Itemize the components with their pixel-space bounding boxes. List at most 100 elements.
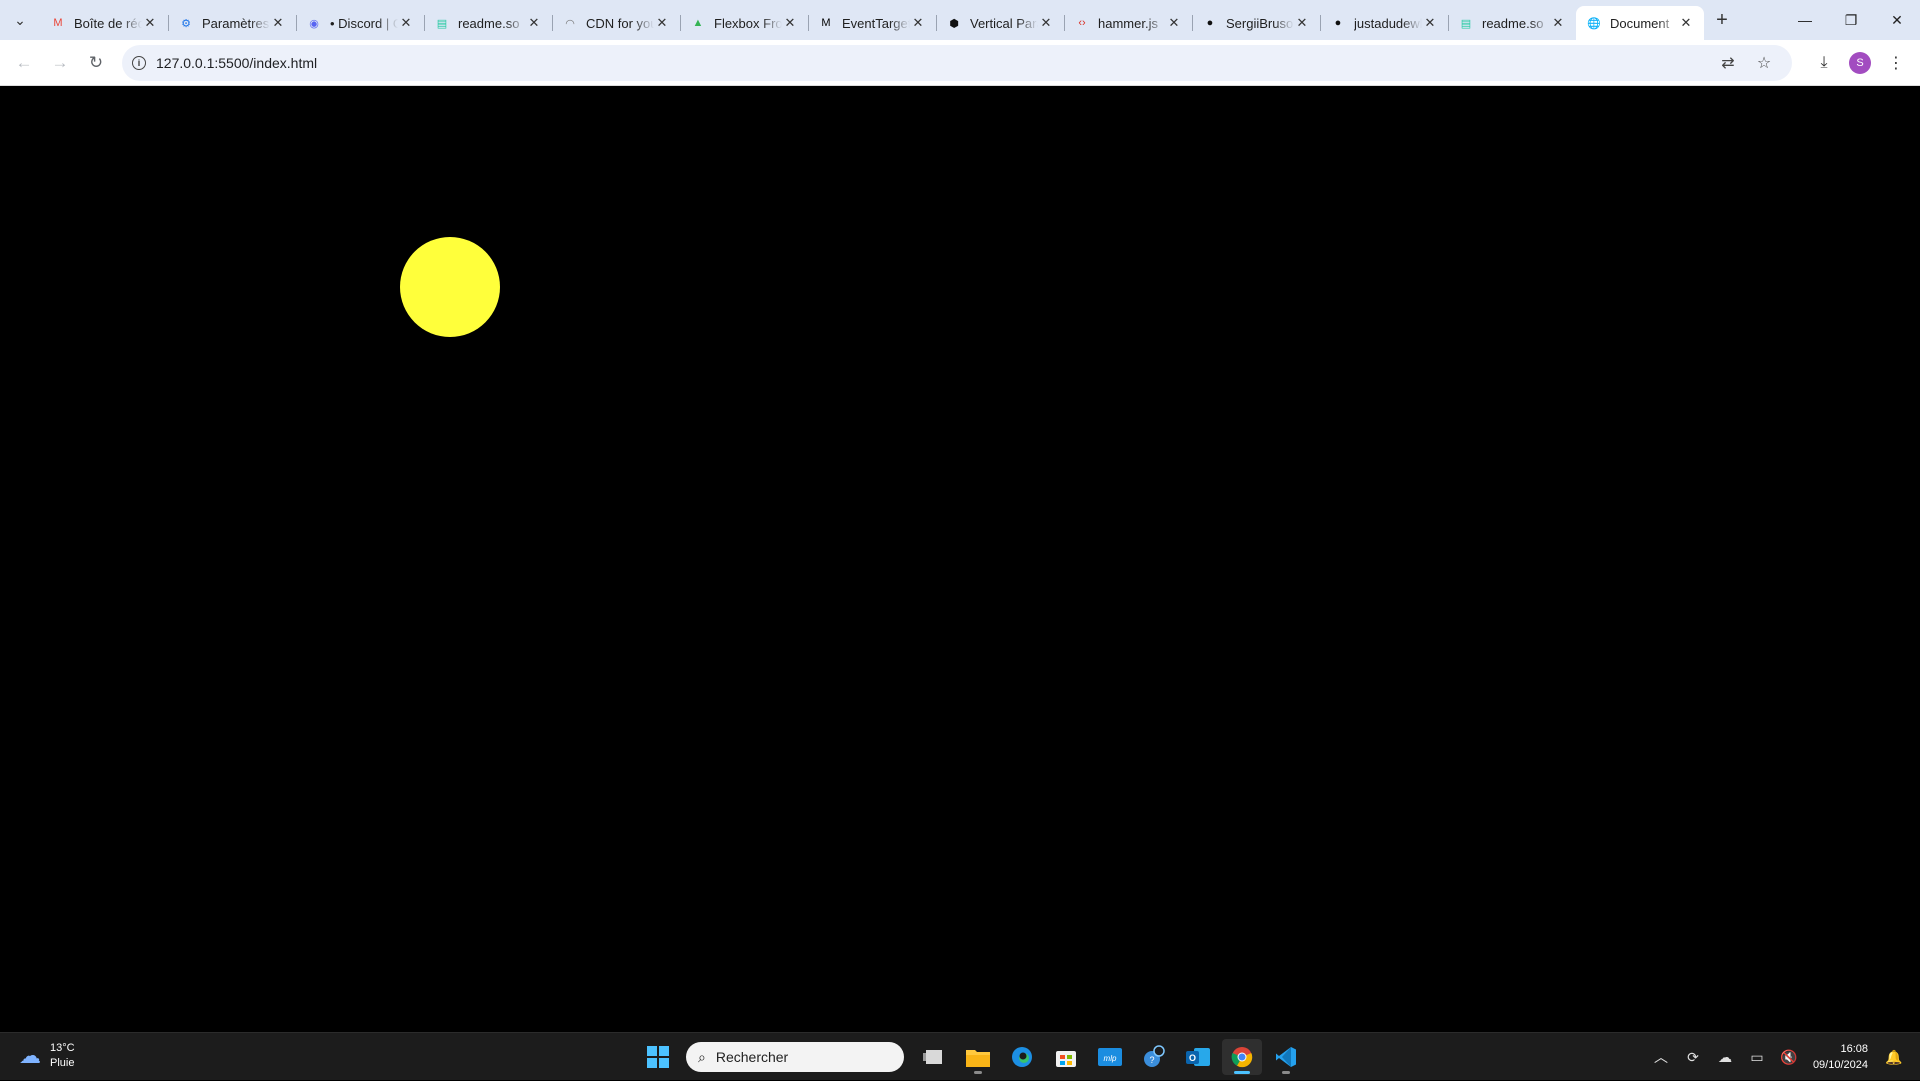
browser-tab[interactable]: ● justadudewhohacks✕ bbox=[1320, 6, 1448, 40]
svg-text:?: ? bbox=[1149, 1055, 1154, 1065]
avatar: S bbox=[1849, 51, 1871, 74]
discord-icon: ◉ bbox=[309, 17, 319, 30]
tab-title: Flexbox Froggy bbox=[714, 15, 782, 31]
rain-cloud-icon: ☁ bbox=[19, 1043, 41, 1068]
tab-title: Document bbox=[1610, 15, 1670, 31]
chevron-up-icon[interactable]: ︿ bbox=[1645, 1047, 1677, 1067]
close-tab-icon[interactable]: ✕ bbox=[1294, 15, 1310, 31]
weather-widget[interactable]: ☁ 13°C Pluie bbox=[16, 1041, 75, 1071]
sync-icon[interactable]: ⟳ bbox=[1677, 1049, 1709, 1066]
readme-icon: ▤ bbox=[436, 17, 448, 30]
globe-icon: 🌐 bbox=[1587, 17, 1601, 30]
codepen-icon: ⬢ bbox=[949, 17, 959, 30]
close-tab-icon[interactable]: ✕ bbox=[142, 15, 158, 31]
close-tab-icon[interactable]: ✕ bbox=[1422, 15, 1438, 31]
search-placeholder: Rechercher bbox=[715, 1049, 789, 1065]
browser-tab[interactable]: ‹› hammer.js ✕ bbox=[1064, 6, 1192, 40]
downloads-icon[interactable]: ⤓ bbox=[1806, 45, 1842, 81]
browser-tab[interactable]: 🌐 Document ✕ bbox=[1576, 6, 1704, 40]
tab-strip: ⌄ MBoîte de réception✕⚙Paramètres✕ ◉ • Dis… bbox=[0, 0, 1920, 40]
browser-toolbar: ← → ↻ i 127.0.0.1:5500/index.html ⇄ ☆ ⤓ … bbox=[0, 40, 1920, 86]
outlook-icon: O bbox=[1186, 1048, 1210, 1066]
github-icon: ● bbox=[1206, 17, 1214, 29]
restore-icon[interactable]: ❐ bbox=[1828, 0, 1874, 40]
active-indicator bbox=[1234, 1071, 1250, 1074]
browser-tab[interactable]: ◠ CDN for your✕ bbox=[552, 6, 680, 40]
task-view-button[interactable] bbox=[914, 1039, 954, 1075]
close-tab-icon[interactable]: ✕ bbox=[270, 15, 286, 31]
cdn-icon: ◠ bbox=[565, 17, 575, 30]
browser-tab[interactable]: M EventTarget ✕ bbox=[808, 6, 936, 40]
readme-icon: ▤ bbox=[1460, 17, 1472, 30]
close-tab-icon[interactable]: ✕ bbox=[1166, 15, 1182, 31]
close-tab-icon[interactable]: ✕ bbox=[1038, 15, 1054, 31]
forward-arrow-icon[interactable]: → bbox=[42, 45, 78, 81]
store-button[interactable] bbox=[1046, 1039, 1086, 1075]
browser-tab[interactable]: ⬢ Vertical Parallax✕ bbox=[936, 6, 1064, 40]
close-window-icon[interactable]: ✕ bbox=[1874, 0, 1920, 40]
address-bar[interactable]: i 127.0.0.1:5500/index.html ⇄ ☆ bbox=[122, 44, 1792, 81]
edge-button[interactable] bbox=[1002, 1039, 1042, 1075]
kebab-menu-icon[interactable]: ⋮ bbox=[1878, 45, 1914, 81]
clock[interactable]: 16:08 09/10/2024 bbox=[1813, 1041, 1868, 1073]
tab-title: Paramètres bbox=[202, 15, 270, 31]
mdn-icon: M bbox=[821, 17, 831, 29]
taskbar-search[interactable]: ⌕ Rechercher bbox=[686, 1042, 904, 1072]
windows-logo-icon bbox=[647, 1046, 669, 1068]
close-tab-icon[interactable]: ✕ bbox=[782, 15, 798, 31]
browser-tab[interactable]: ◉ • Discord | Général✕ bbox=[296, 6, 424, 40]
gmail-icon: M bbox=[53, 17, 63, 29]
outlook-button[interactable]: O bbox=[1178, 1039, 1218, 1075]
close-tab-icon[interactable]: ✕ bbox=[910, 15, 926, 31]
close-tab-icon[interactable]: ✕ bbox=[398, 15, 414, 31]
svg-text:mlp: mlp bbox=[1104, 1054, 1117, 1063]
running-indicator bbox=[974, 1071, 982, 1074]
edge-icon bbox=[1012, 1047, 1032, 1067]
browser-tab[interactable]: ▤ readme.so ✕ bbox=[424, 6, 552, 40]
url-text[interactable]: 127.0.0.1:5500/index.html bbox=[156, 55, 1710, 71]
browser-tab[interactable]: ▤ readme.so ✕ bbox=[1448, 6, 1576, 40]
close-tab-icon[interactable]: ✕ bbox=[1550, 15, 1566, 31]
tab-title: EventTarget bbox=[842, 15, 910, 31]
tab-search-chevron-icon[interactable]: ⌄ bbox=[0, 0, 40, 40]
tab-title: readme.so bbox=[1482, 15, 1544, 31]
volume-muted-icon[interactable]: 🔇 bbox=[1773, 1049, 1805, 1066]
chrome-button[interactable] bbox=[1222, 1039, 1262, 1075]
app-mylp-icon: mlp bbox=[1098, 1048, 1122, 1066]
site-info-icon[interactable]: i bbox=[132, 55, 146, 70]
svg-text:O: O bbox=[1189, 1053, 1196, 1063]
close-tab-icon[interactable]: ✕ bbox=[526, 15, 542, 31]
yellow-ball[interactable] bbox=[400, 237, 500, 337]
back-arrow-icon[interactable]: ← bbox=[6, 45, 42, 81]
minimize-icon[interactable]: — bbox=[1782, 0, 1828, 40]
close-tab-icon[interactable]: ✕ bbox=[1678, 15, 1694, 31]
taskbar: ☁ 13°C Pluie ⌕ Rechercher mlp ? O ︿ ⟳ ☁ … bbox=[0, 1032, 1920, 1080]
start-button[interactable] bbox=[638, 1039, 678, 1075]
system-tray: ︿ ⟳ ☁ ▭ 🔇 16:08 09/10/2024 🔔 bbox=[1645, 1033, 1910, 1081]
frog-icon: ▲ bbox=[692, 17, 704, 29]
store-icon bbox=[1056, 1051, 1076, 1067]
notification-bell-icon[interactable]: 🔔 bbox=[1878, 1049, 1910, 1066]
file-explorer-button[interactable] bbox=[958, 1039, 998, 1075]
support-app-button[interactable]: ? bbox=[1134, 1039, 1174, 1075]
clock-date: 09/10/2024 bbox=[1812, 1059, 1868, 1071]
cloud-offline-icon[interactable]: ☁ bbox=[1709, 1049, 1741, 1066]
browser-tab[interactable]: M Boîte de réception✕ bbox=[40, 6, 168, 40]
chrome-icon bbox=[1231, 1047, 1253, 1068]
reload-icon[interactable]: ↻ bbox=[78, 45, 114, 81]
translate-icon[interactable]: ⇄ bbox=[1710, 53, 1746, 73]
mylp-button[interactable]: mlp bbox=[1090, 1039, 1130, 1075]
browser-tab[interactable]: ⚙ Paramètres ✕ bbox=[168, 6, 296, 40]
vscode-button[interactable] bbox=[1266, 1039, 1306, 1075]
browser-tab[interactable]: ● SergiiBrusov ✕ bbox=[1192, 6, 1320, 40]
network-icon[interactable]: ▭ bbox=[1741, 1049, 1773, 1066]
page-viewport bbox=[0, 86, 1920, 1032]
close-tab-icon[interactable]: ✕ bbox=[654, 15, 670, 31]
new-tab-button[interactable]: + bbox=[1704, 0, 1740, 40]
weather-desc: Pluie bbox=[50, 1057, 75, 1069]
profile-button[interactable]: S bbox=[1842, 45, 1878, 81]
bookmark-star-icon[interactable]: ☆ bbox=[1746, 53, 1782, 73]
browser-tab[interactable]: ▲ Flexbox Froggy✕ bbox=[680, 6, 808, 40]
clock-time: 16:08 bbox=[1840, 1043, 1868, 1055]
tab-title: • Discord | Général bbox=[330, 15, 398, 31]
